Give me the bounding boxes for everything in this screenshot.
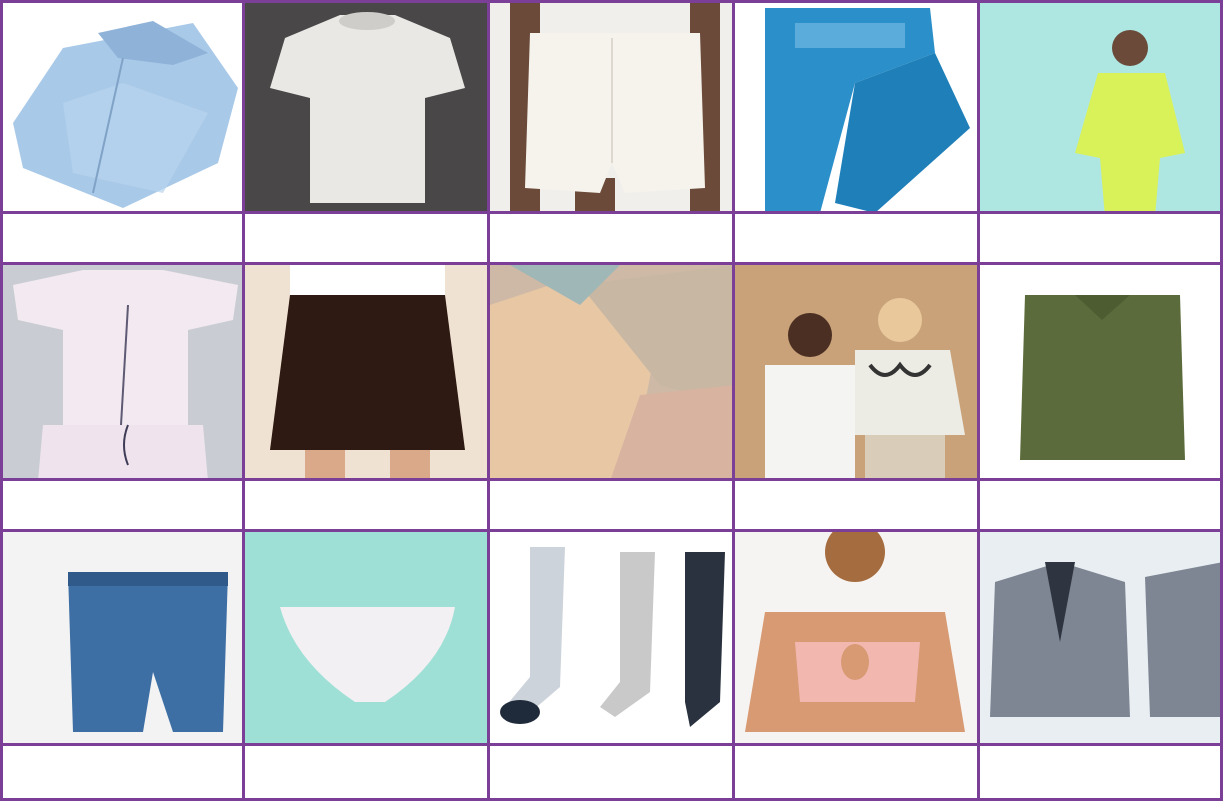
sweatshirt-image: [735, 265, 977, 478]
socks-image: [490, 532, 732, 743]
label-cell: [0, 481, 245, 532]
label-cell: [490, 214, 735, 265]
image-cell-boxer-briefs[interactable]: [0, 532, 245, 746]
image-cell-socks[interactable]: [490, 532, 735, 746]
image-cell-dress[interactable]: [490, 265, 735, 481]
pajamas-image: [3, 265, 242, 478]
image-cell-hoodie[interactable]: [980, 0, 1223, 214]
clothing-grid: [0, 0, 1223, 801]
label-cell: [980, 214, 1223, 265]
label-cell: [245, 214, 490, 265]
jeans-image: [735, 3, 977, 211]
label-cell: [490, 481, 735, 532]
label-cell: [735, 214, 980, 265]
image-cell-jeans[interactable]: [735, 0, 980, 214]
dress-image: [490, 265, 732, 478]
image-cell-t-shirt[interactable]: [245, 0, 490, 214]
panties-image: [245, 532, 487, 743]
skirt-image: [245, 265, 487, 478]
t-shirt-image: [245, 3, 487, 211]
label-cell: [735, 746, 980, 801]
image-cell-pajamas[interactable]: [0, 265, 245, 481]
label-cell: [0, 746, 245, 801]
label-cell: [245, 481, 490, 532]
shirt-image: [3, 3, 242, 211]
boxer-briefs-image: [3, 532, 242, 743]
label-cell: [245, 746, 490, 801]
image-cell-skirt[interactable]: [245, 265, 490, 481]
label-cell: [0, 214, 245, 265]
image-cell-shorts[interactable]: [490, 0, 735, 214]
hoodie-image: [980, 3, 1220, 211]
sports-bra-image: [735, 532, 977, 743]
image-cell-sweater[interactable]: [980, 265, 1223, 481]
shorts-image: [490, 3, 732, 211]
label-cell: [980, 746, 1223, 801]
label-cell: [490, 746, 735, 801]
blazer-image: [980, 532, 1220, 743]
image-cell-panties[interactable]: [245, 532, 490, 746]
image-cell-sports-bra[interactable]: [735, 532, 980, 746]
image-cell-shirt[interactable]: [0, 0, 245, 214]
label-cell: [735, 481, 980, 532]
label-cell: [980, 481, 1223, 532]
image-cell-sweatshirt[interactable]: [735, 265, 980, 481]
image-cell-blazer[interactable]: [980, 532, 1223, 746]
sweater-image: [980, 265, 1220, 478]
